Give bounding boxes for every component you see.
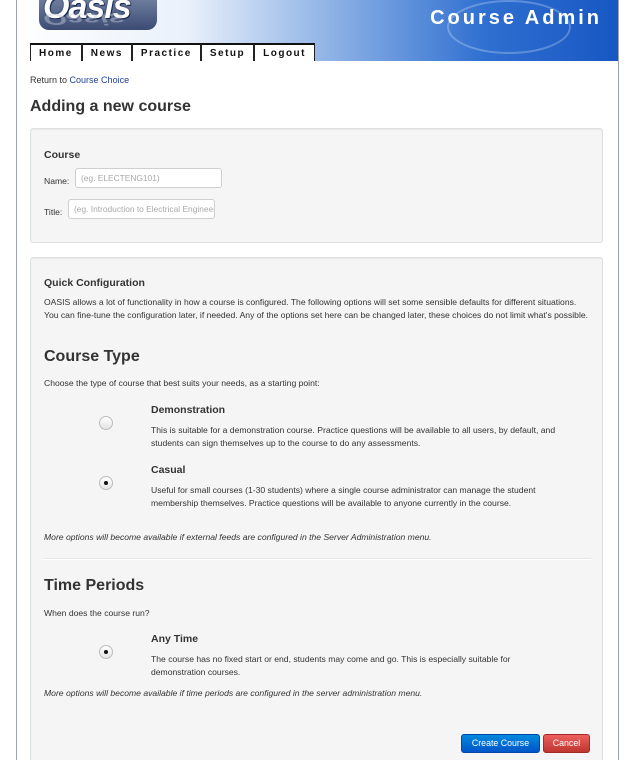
course-heading: Course xyxy=(44,149,81,161)
course-type-heading: Course Type xyxy=(44,348,140,365)
logo-reflection: Oasis xyxy=(43,9,125,28)
breadcrumb: Return to Course Choice xyxy=(30,75,129,85)
tab-setup[interactable]: Setup xyxy=(200,43,255,61)
cancel-button[interactable]: Cancel xyxy=(543,734,590,753)
quick-config-description: OASIS allows a lot of functionality in h… xyxy=(44,297,589,320)
name-label: Name: xyxy=(44,176,70,186)
time-periods-heading: Time Periods xyxy=(44,577,145,594)
main-nav: Home News Practice Setup Logout xyxy=(30,43,315,61)
casual-title: Casual xyxy=(151,464,186,476)
casual-radio[interactable] xyxy=(99,476,113,490)
time-periods-prompt: When does the course run? xyxy=(44,608,150,618)
title-label: Title: xyxy=(44,207,63,217)
breadcrumb-prefix: Return to xyxy=(30,75,68,85)
course-choice-link[interactable]: Course Choice xyxy=(70,75,130,85)
radio-selected-dot xyxy=(104,650,108,654)
radio-selected-dot xyxy=(104,481,108,485)
section-divider xyxy=(44,558,591,560)
time-periods-note: More options will become available if ti… xyxy=(44,688,423,698)
tab-logout[interactable]: Logout xyxy=(254,43,315,61)
casual-description: Useful for small courses (1-30 students)… xyxy=(151,485,536,508)
any-time-description: The course has no fixed start or end, st… xyxy=(151,654,511,677)
page-frame: Oasis Oasis Course Admin Home News Pract… xyxy=(16,0,619,760)
tab-practice[interactable]: Practice xyxy=(131,43,201,61)
page-title: Adding a new course xyxy=(30,98,191,115)
course-type-note: More options will become available if ex… xyxy=(44,532,432,542)
tab-home[interactable]: Home xyxy=(30,43,82,61)
quick-config-panel: Quick Configuration OASIS allows a lot o… xyxy=(30,257,603,760)
course-name-input[interactable]: (eg. ELECTENG101) xyxy=(75,168,222,188)
course-details-panel: Course Name: (eg. ELECTENG101) Title: (e… xyxy=(30,128,603,243)
course-type-prompt: Choose the type of course that best suit… xyxy=(44,378,320,388)
demonstration-radio[interactable] xyxy=(99,416,113,430)
course-title-input[interactable]: (eg. Introduction to Electrical Engineer… xyxy=(68,199,215,219)
app-title: Course Admin xyxy=(430,7,602,29)
demonstration-title: Demonstration xyxy=(151,404,226,416)
any-time-title: Any Time xyxy=(151,633,199,645)
header-banner: Oasis Oasis Course Admin Home News Pract… xyxy=(17,0,618,61)
quick-config-heading: Quick Configuration xyxy=(44,277,145,289)
tab-news[interactable]: News xyxy=(81,43,132,61)
create-course-button[interactable]: Create Course xyxy=(461,734,540,753)
demonstration-description: This is suitable for a demonstration cou… xyxy=(151,425,556,448)
any-time-radio[interactable] xyxy=(99,645,113,659)
